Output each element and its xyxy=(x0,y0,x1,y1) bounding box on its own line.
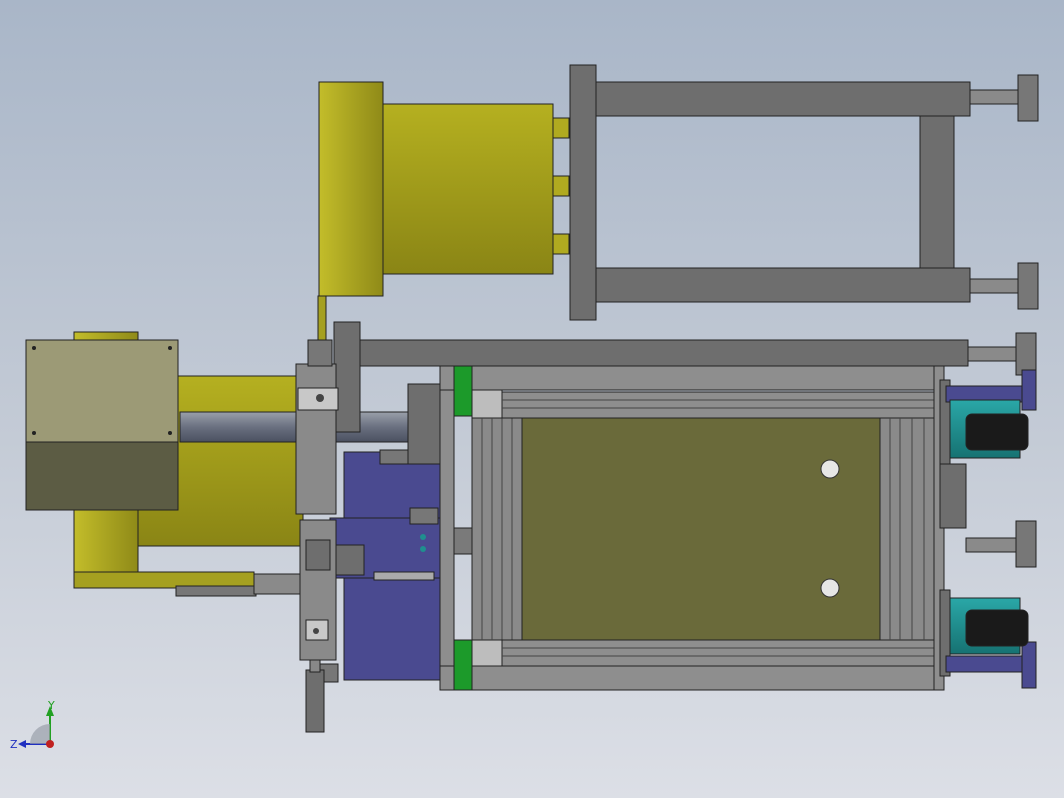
control-box xyxy=(25,339,179,511)
cad-assembly-model[interactable] xyxy=(0,0,1064,798)
motor-lower xyxy=(939,589,1037,689)
upper-cylinder xyxy=(317,81,570,343)
y-axis-label: Y xyxy=(47,699,55,712)
leveling-feet xyxy=(939,463,1037,568)
cad-viewport[interactable]: Y Z xyxy=(0,0,1064,798)
table-frame xyxy=(439,365,945,691)
vertical-slide xyxy=(299,519,339,733)
motor-upper xyxy=(939,369,1037,467)
upper-frame xyxy=(569,64,1039,321)
z-axis-label: Z xyxy=(10,738,18,751)
coordinate-triad-icon: Y Z xyxy=(8,698,68,758)
